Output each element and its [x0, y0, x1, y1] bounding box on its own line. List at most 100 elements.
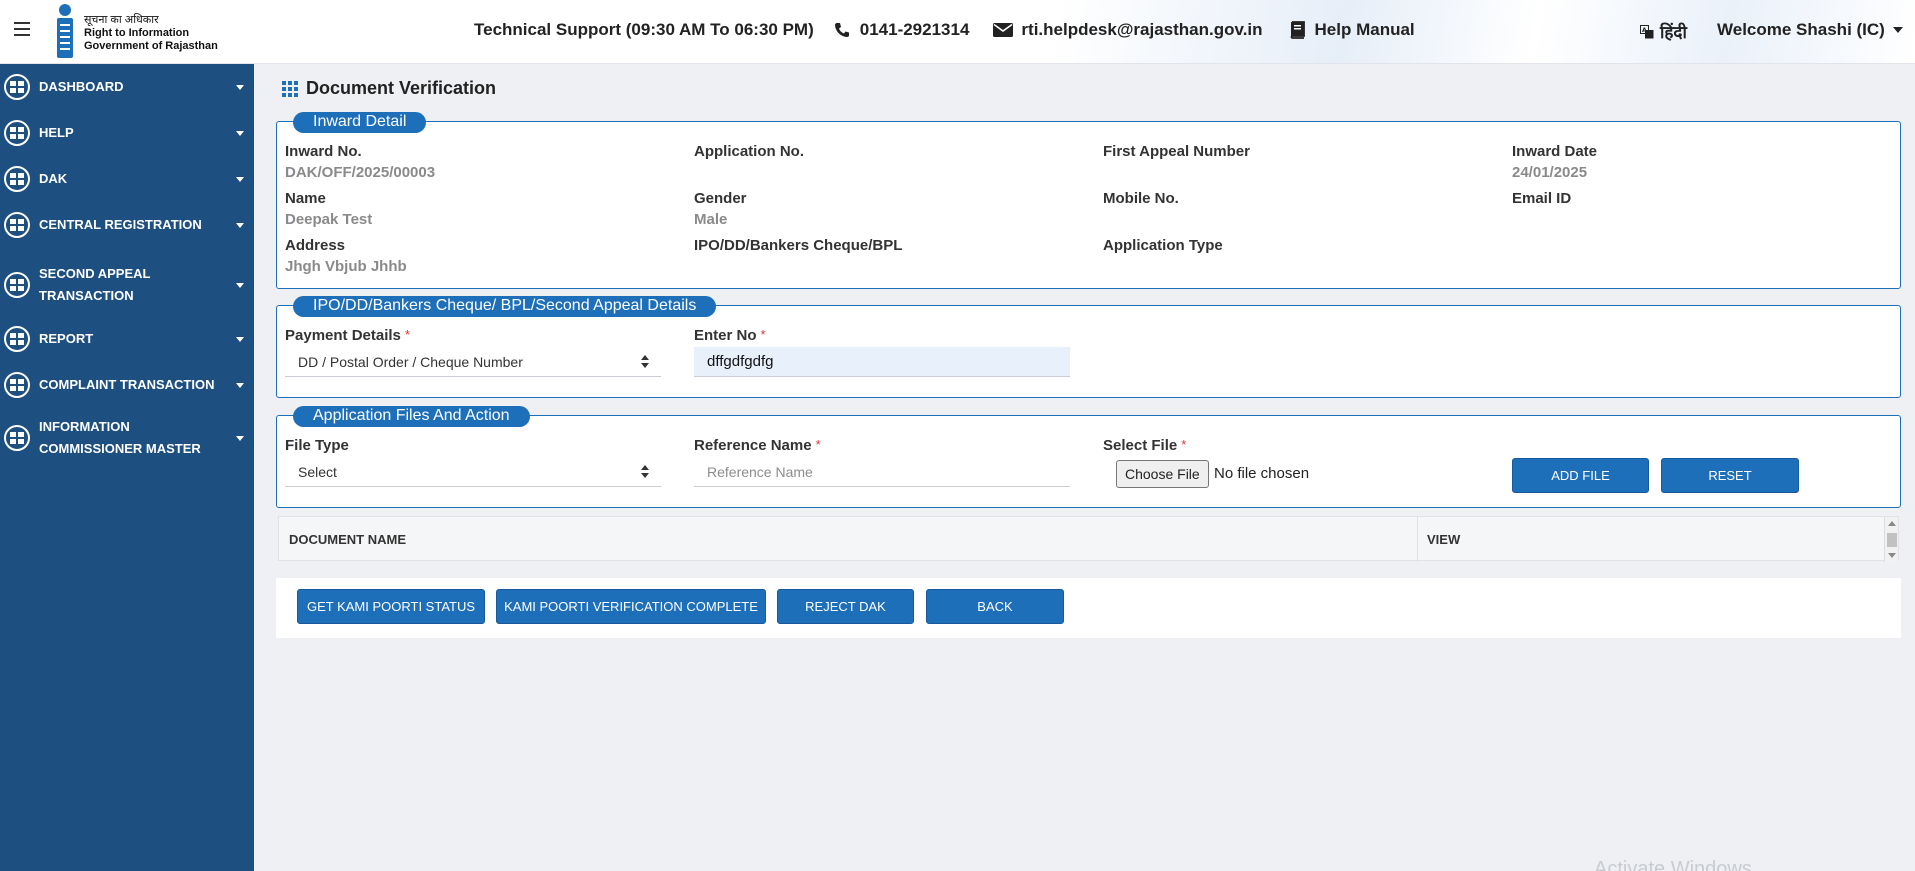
sidebar-item-label: REPORT [39, 331, 94, 346]
phone-number: 0141-2921314 [859, 20, 970, 39]
sidebar-item-second-appeal-transaction[interactable]: SECOND APPEAL TRANSACTION [0, 263, 254, 307]
email-link[interactable]: rti.helpdesk@rajasthan.gov.in [993, 20, 1263, 40]
required-marker: * [760, 327, 766, 342]
ipo-field: IPO/DD/Bankers Cheque/BPL [694, 237, 902, 258]
inward-detail-legend: Inward Detail [293, 112, 427, 133]
inward-date-value: 24/01/2025 [1512, 164, 1588, 181]
kami-poorti-verification-complete-button[interactable]: KAMI POORTI VERIFICATION COMPLETE [496, 589, 766, 624]
sidebar-item-label: DASHBOARD [39, 79, 124, 94]
main-content: Document Verification Inward Detail Inwa… [254, 64, 1915, 871]
caret-down-icon [236, 336, 244, 342]
sidebar-item-help[interactable]: HELP [0, 120, 254, 146]
reset-button[interactable]: RESET [1661, 458, 1799, 493]
get-kami-poorti-status-button[interactable]: GET KAMI POORTI STATUS [297, 589, 485, 624]
sidebar-item-dak[interactable]: DAK [0, 166, 254, 192]
email-label: Email ID [1512, 190, 1572, 207]
gender-label: Gender [694, 190, 747, 207]
apps-grid-icon [282, 80, 298, 97]
view-header: VIEW [1427, 532, 1461, 547]
scroll-down-icon[interactable] [1888, 553, 1896, 558]
payment-details-legend: IPO/DD/Bankers Cheque/ BPL/Second Appeal… [293, 296, 717, 317]
inward-date-field: Inward Date 24/01/2025 [1512, 143, 1597, 181]
caret-down-icon [236, 282, 244, 288]
inward-no-label: Inward No. [285, 143, 362, 160]
caret-down-icon [236, 382, 244, 388]
sidebar-item-central-registration[interactable]: CENTRAL REGISTRATION [0, 212, 254, 238]
grid-circle-icon [4, 272, 30, 298]
payment-details-select[interactable]: DD / Postal Order / Cheque Number [285, 347, 661, 377]
payment-details-label-wrap: Payment Details * [285, 327, 410, 345]
inward-date-label: Inward Date [1512, 143, 1598, 160]
sidebar-item-label: SECOND APPEAL TRANSACTION [39, 266, 151, 303]
select-arrows-icon [641, 355, 649, 369]
user-menu[interactable]: Welcome Shashi (IC) [1717, 20, 1903, 40]
enter-no-label-wrap: Enter No * [694, 327, 766, 345]
enter-no-label: Enter No [694, 327, 757, 344]
grid-circle-icon [4, 326, 30, 352]
file-type-select[interactable]: Select [285, 457, 661, 487]
add-file-button[interactable]: ADD FILE [1512, 458, 1649, 493]
envelope-icon [993, 21, 1014, 39]
sidebar-item-information-commissioner-master[interactable]: INFORMATION COMMISSIONER MASTER [0, 416, 254, 460]
sidebar: DASHBOARD HELP DAK CENTRAL REGISTRATION … [0, 64, 254, 871]
caret-down-icon [236, 130, 244, 136]
enter-no-input[interactable]: dffgdfgdfg [694, 347, 1070, 377]
inward-no-field: Inward No. DAK/OFF/2025/00003 [285, 143, 435, 181]
reject-dak-button[interactable]: REJECT DAK [777, 589, 914, 624]
address-value: Jhgh Vbjub Jhhb [285, 258, 407, 275]
required-marker: * [404, 327, 410, 342]
logo-line2: Government of Rajasthan [84, 40, 218, 52]
rti-logo[interactable]: सूचना का अधिकार Right to Information Gov… [52, 4, 222, 60]
select-file-label: Select File [1103, 437, 1178, 454]
sidebar-item-label: INFORMATION COMMISSIONER MASTER [39, 419, 201, 456]
scroll-up-icon[interactable] [1888, 521, 1896, 526]
page-title: Document Verification [282, 78, 496, 99]
action-panel: GET KAMI POORTI STATUS KAMI POORTI VERIF… [276, 578, 1901, 638]
sidebar-item-report[interactable]: REPORT [0, 326, 254, 352]
mobile-field: Mobile No. [1103, 190, 1179, 211]
phone-icon [832, 21, 852, 39]
help-manual-link[interactable]: Help Manual [1287, 20, 1415, 40]
book-icon [1287, 21, 1307, 39]
payment-details-label: Payment Details [285, 327, 401, 344]
documents-table: DOCUMENT NAME VIEW [278, 516, 1899, 562]
gender-field: Gender Male [694, 190, 747, 228]
grid-circle-icon [4, 166, 30, 192]
language-toggle[interactable]: A हिंदी [1640, 20, 1687, 43]
application-no-label: Application No. [694, 143, 804, 160]
svg-text:A: A [1642, 27, 1647, 34]
scroll-thumb[interactable] [1887, 533, 1897, 547]
reference-name-input[interactable]: Reference Name [694, 457, 1070, 487]
name-field: Name Deepak Test [285, 190, 372, 228]
grid-circle-icon [4, 74, 30, 100]
sidebar-item-complaint-transaction[interactable]: COMPLAINT TRANSACTION [0, 372, 254, 398]
chevron-down-icon [1892, 27, 1903, 33]
hamburger-menu-icon[interactable] [14, 22, 30, 36]
help-manual-label: Help Manual [1314, 20, 1415, 39]
grid-circle-icon [4, 425, 30, 451]
address-label: Address [285, 237, 346, 254]
gender-value: Male [694, 211, 728, 228]
caret-down-icon [236, 222, 244, 228]
file-type-selected: Select [298, 463, 337, 480]
sidebar-item-label: CENTRAL REGISTRATION [39, 217, 202, 232]
logo-line1: Right to Information [84, 27, 190, 39]
file-type-label: File Type [285, 437, 349, 454]
application-files-legend: Application Files And Action [293, 406, 530, 427]
sidebar-item-dashboard[interactable]: DASHBOARD [0, 74, 254, 100]
email-address: rti.helpdesk@rajasthan.gov.in [1021, 20, 1263, 39]
grid-circle-icon [4, 120, 30, 146]
ipo-label: IPO/DD/Bankers Cheque/BPL [694, 237, 903, 254]
activate-windows-watermark: Activate Windows [1594, 858, 1752, 871]
choose-file-button[interactable]: Choose File [1116, 460, 1209, 488]
inward-detail-section: Inward Detail Inward No. DAK/OFF/2025/00… [276, 112, 1901, 289]
payment-details-section: IPO/DD/Bankers Cheque/ BPL/Second Appeal… [276, 296, 1901, 398]
logo-hindi-text: सूचना का अधिकार [84, 14, 159, 26]
back-button[interactable]: BACK [926, 589, 1064, 624]
name-label: Name [285, 190, 326, 207]
phone-link[interactable]: 0141-2921314 [832, 20, 970, 40]
table-scrollbar[interactable] [1884, 517, 1898, 562]
required-marker: * [815, 437, 821, 452]
no-file-chosen-text: No file chosen [1214, 465, 1310, 482]
support-bar: Technical Support (09:30 AM To 06:30 PM)… [474, 20, 1415, 40]
